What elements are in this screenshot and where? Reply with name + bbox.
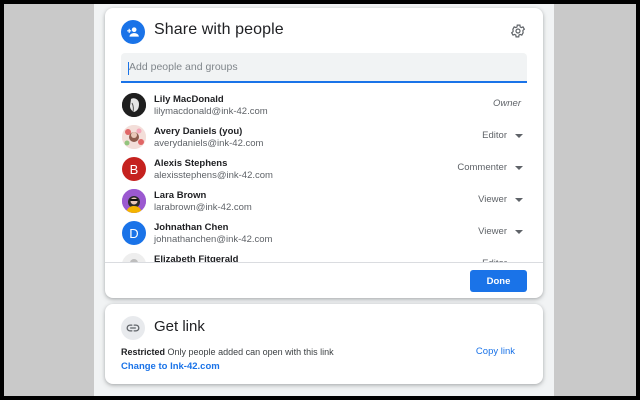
avatar <box>122 189 146 213</box>
person-name: Alexis Stephens <box>154 158 228 169</box>
role-label: Owner <box>493 98 521 109</box>
person-row: Elizabeth Fitgerald Editor <box>105 250 543 262</box>
person-email: johnathanchen@ink-42.com <box>154 234 273 245</box>
person-email: alexisstephens@ink-42.com <box>154 170 273 181</box>
link-icon <box>121 316 145 340</box>
avatar <box>122 125 146 149</box>
person-row: Avery Daniels (you) averydaniels@ink-42.… <box>105 122 543 154</box>
role-dropdown[interactable]: Viewer <box>478 226 523 237</box>
person-add-icon <box>121 20 145 44</box>
person-name: Lily MacDonald <box>154 94 224 105</box>
avatar <box>122 253 146 262</box>
role-label: Viewer <box>478 226 507 237</box>
avatar: D <box>122 221 146 245</box>
dropdown-arrow-icon <box>515 165 523 170</box>
dropdown-arrow-icon <box>515 133 523 138</box>
add-people-input[interactable] <box>121 53 527 83</box>
owner-label: Owner <box>493 98 521 109</box>
avatar-initial: D <box>129 225 139 241</box>
people-list: Lily MacDonald lilymacdonald@ink-42.com … <box>105 90 543 262</box>
person-email: larabrown@ink-42.com <box>154 202 252 213</box>
role-label: Commenter <box>457 162 507 173</box>
gear-icon[interactable] <box>509 22 527 40</box>
frame-border-right <box>636 0 640 400</box>
person-row: D Johnathan Chen johnathanchen@ink-42.co… <box>105 218 543 250</box>
person-name: Johnathan Chen <box>154 222 229 233</box>
change-access-link[interactable]: Change to Ink-42.com <box>121 361 220 372</box>
person-row: Lara Brown larabrown@ink-42.com Viewer <box>105 186 543 218</box>
person-name: Lara Brown <box>154 190 207 201</box>
divider <box>105 262 543 263</box>
role-dropdown[interactable]: Viewer <box>478 194 523 205</box>
frame-border-left <box>0 0 4 400</box>
role-label: Editor <box>482 130 507 141</box>
share-header: Share with people <box>105 8 543 56</box>
dropdown-arrow-icon <box>515 197 523 202</box>
person-email: lilymacdonald@ink-42.com <box>154 106 268 117</box>
done-button[interactable]: Done <box>470 270 527 292</box>
get-link-title: Get link <box>154 318 205 335</box>
link-access-summary: Restricted Only people added can open wi… <box>121 347 334 357</box>
frame-border-bottom <box>0 396 640 400</box>
share-dialog: Share with people Lily MacDonald lilymac… <box>105 8 543 298</box>
person-row: B Alexis Stephens alexisstephens@ink-42.… <box>105 154 543 186</box>
dropdown-arrow-icon <box>515 229 523 234</box>
share-title: Share with people <box>154 21 284 38</box>
avatar <box>122 93 146 117</box>
avatar: B <box>122 157 146 181</box>
person-name: Elizabeth Fitgerald <box>154 254 239 262</box>
get-link-panel: Get link Restricted Only people added ca… <box>105 304 543 384</box>
restricted-description: Only people added can open with this lin… <box>167 347 334 357</box>
text-caret <box>128 62 129 75</box>
person-row: Lily MacDonald lilymacdonald@ink-42.com … <box>105 90 543 122</box>
person-name: Avery Daniels (you) <box>154 126 243 137</box>
avatar-initial: B <box>129 161 139 177</box>
restricted-label: Restricted <box>121 347 166 357</box>
person-email: averydaniels@ink-42.com <box>154 138 264 149</box>
role-dropdown[interactable]: Editor <box>482 130 523 141</box>
copy-link-button[interactable]: Copy link <box>476 346 515 357</box>
role-dropdown[interactable]: Commenter <box>457 162 523 173</box>
role-label: Viewer <box>478 194 507 205</box>
frame-border-top <box>0 0 640 4</box>
